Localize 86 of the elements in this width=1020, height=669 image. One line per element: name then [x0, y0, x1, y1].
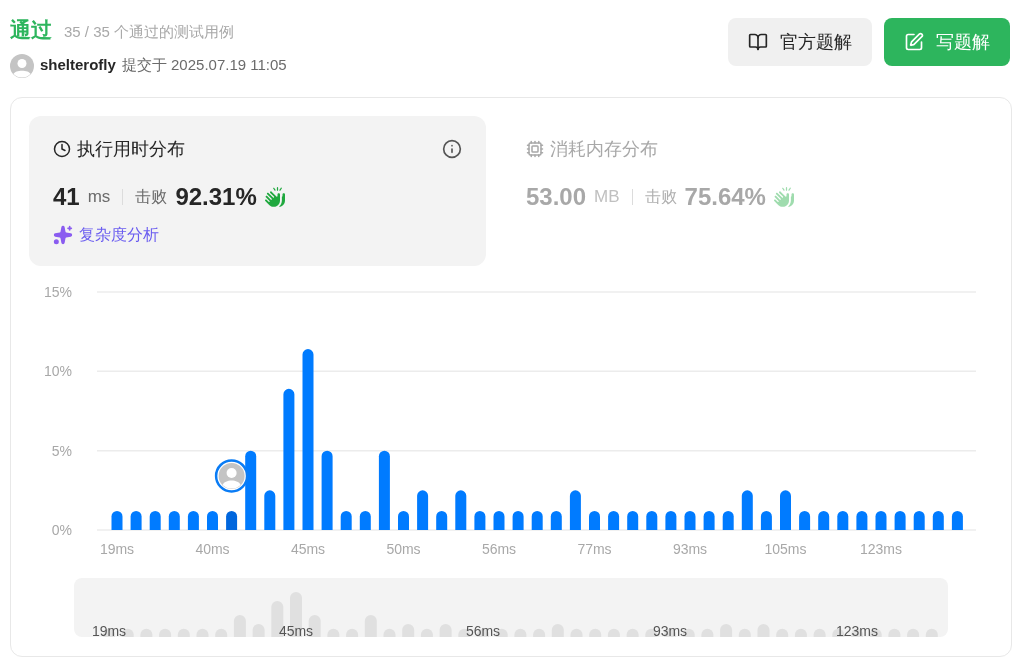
complexity-analysis-link[interactable]: 复杂度分析: [79, 222, 159, 247]
overview-axis-label: 123ms: [836, 622, 878, 637]
sparkle-icon: [53, 224, 73, 245]
histogram-bar: [818, 510, 830, 530]
histogram-bar: [569, 489, 581, 530]
histogram-bar: [207, 510, 218, 530]
histogram-bar: [531, 510, 543, 530]
histogram-bar: [799, 510, 811, 530]
stat-unit: ms: [87, 185, 111, 208]
y-axis-label: 10%: [43, 362, 72, 379]
histogram-bar: [455, 489, 467, 530]
histogram-bar: [149, 510, 161, 530]
histogram-bar: [493, 510, 505, 530]
beats-label: 击败: [135, 186, 168, 207]
histogram-bar: [627, 510, 639, 530]
histogram-bar: [837, 510, 849, 530]
histogram-bar: [780, 489, 791, 530]
submission-time: 提交于 2025.07.19 11:05: [121, 55, 287, 76]
stat-value: 41: [53, 181, 80, 212]
x-axis-label: 123ms: [860, 540, 902, 557]
book-icon: [748, 32, 768, 52]
histogram-bar: [417, 489, 429, 530]
clapping-hands-icon: [264, 186, 285, 207]
overview-axis-label: 19ms: [91, 622, 127, 637]
stat-title: 消耗内存分布: [550, 137, 658, 161]
histogram-bar: [436, 510, 448, 530]
histogram-bar: [474, 510, 486, 530]
histogram-bar: [264, 489, 276, 530]
status-title: 通过: [10, 17, 52, 43]
x-axis-label: 19ms: [99, 540, 135, 557]
histogram-bar: [894, 510, 906, 530]
histogram-bar: [875, 510, 887, 530]
beats-percent: 75.64%: [684, 181, 766, 212]
y-axis-label: 5%: [51, 442, 72, 459]
stat-title: 执行用时分布: [77, 137, 185, 161]
histogram-bar: [359, 510, 371, 530]
histogram-bar: [741, 489, 753, 530]
x-axis-label: 77ms: [577, 540, 612, 557]
y-axis-label: 15%: [43, 283, 72, 300]
edit-icon: [904, 32, 924, 52]
histogram-bar: [340, 510, 352, 530]
stat-tab[interactable]: 执行用时分布 41 ms 击败 92.31% 复杂度分析: [29, 115, 486, 266]
chip-icon: [526, 140, 544, 158]
histogram-bar: [398, 510, 409, 530]
histogram-bar: [665, 510, 677, 530]
histogram-bar: [703, 510, 715, 530]
clapping-hands-icon: [773, 186, 794, 207]
x-axis-label: 45ms: [290, 540, 326, 557]
user-avatar-marker: [214, 458, 249, 493]
overview-axis-label: 93ms: [652, 622, 688, 637]
histogram-bar: [168, 510, 180, 530]
histogram-bar: [951, 510, 963, 530]
x-axis-label: 50ms: [386, 540, 421, 557]
stat-unit: MB: [594, 185, 620, 208]
histogram-bar: [646, 510, 658, 530]
beats-percent: 92.31%: [175, 181, 257, 212]
histogram-bar: [856, 510, 868, 530]
info-icon[interactable]: [442, 139, 462, 159]
beats-label: 击败: [644, 186, 677, 207]
x-axis-label: 56ms: [481, 540, 517, 557]
overview-panel[interactable]: 19ms 45ms 56ms 93ms 123ms: [74, 577, 948, 637]
stat-value: 53.00: [526, 181, 587, 212]
x-axis-label: 93ms: [672, 540, 708, 557]
histogram-bar: [932, 510, 944, 530]
histogram-bar: [913, 510, 925, 530]
user-avatar: [10, 53, 34, 78]
histogram-bar: [760, 510, 772, 530]
official-solution-button[interactable]: 官方题解: [728, 18, 872, 66]
histogram-bar: [512, 510, 524, 530]
histogram-bar: [130, 510, 142, 530]
overview-axis-label: 56ms: [465, 622, 501, 637]
y-axis-label: 0%: [51, 521, 72, 538]
overview-axis-label: 45ms: [278, 622, 314, 637]
histogram-bar: [608, 510, 620, 530]
histogram-bar: [187, 510, 199, 530]
histogram-bar: [550, 510, 562, 530]
username[interactable]: shelterofly: [40, 54, 116, 77]
histogram-bar: [722, 510, 734, 530]
histogram-bar: [589, 510, 600, 530]
x-axis-label: 105ms: [764, 540, 807, 557]
test-cases-summary: 35 / 35 个通过的测试用例: [64, 22, 235, 42]
x-axis-label: 40ms: [195, 540, 230, 557]
histogram-bar: [226, 510, 238, 530]
histogram-bar: [684, 510, 696, 530]
clock-icon: [53, 140, 71, 158]
histogram-bar: [111, 510, 123, 530]
